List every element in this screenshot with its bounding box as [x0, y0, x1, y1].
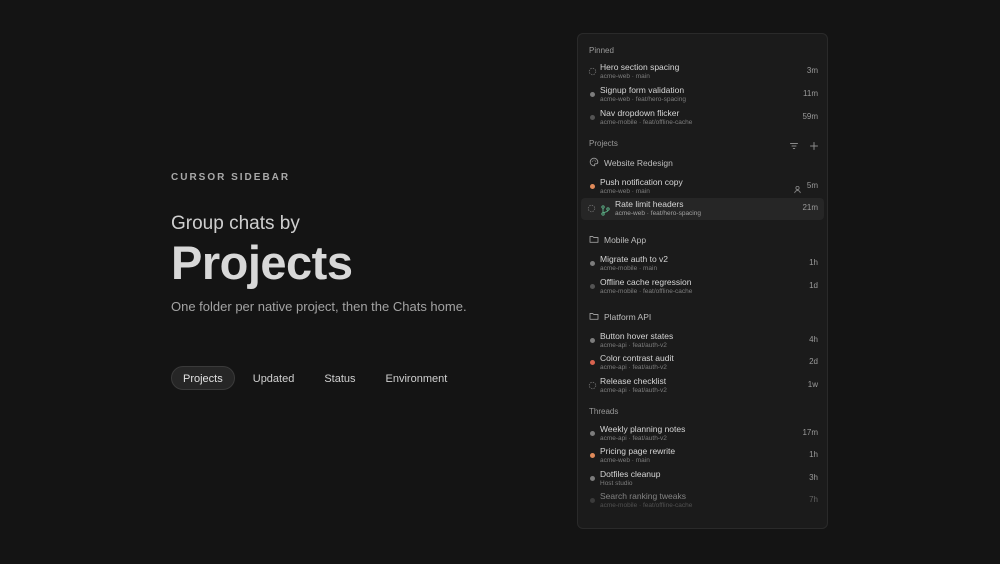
- chat-time: 7h: [809, 495, 818, 504]
- palette-icon: [589, 157, 599, 169]
- status-dot-icon: [588, 182, 597, 191]
- chat-time: 5m: [806, 181, 818, 190]
- status-dot-icon: [588, 496, 597, 505]
- chat-time: 1h: [809, 450, 818, 459]
- project-platform-api[interactable]: Platform API: [589, 311, 651, 323]
- chat-time: 2d: [809, 357, 818, 366]
- chat-title: Offline cache regression: [600, 277, 692, 287]
- chat-title: Release checklist: [600, 376, 667, 386]
- chat-time: 3h: [809, 473, 818, 482]
- chat-title: Button hover states: [600, 331, 674, 341]
- chat-meta: acme-web · main: [600, 73, 650, 80]
- chat-time: 17m: [802, 428, 818, 437]
- folder-icon: [589, 234, 599, 246]
- person-icon: [793, 181, 802, 194]
- chat-meta: acme-mobile · feat/offline-cache: [600, 119, 693, 126]
- chat-meta: acme-web · feat/hero-spacing: [615, 210, 701, 217]
- branch-icon: [601, 203, 610, 216]
- chat-meta: acme-web · feat/hero-spacing: [600, 96, 686, 103]
- chat-title: Search ranking tweaks: [600, 491, 686, 501]
- chat-meta: Host studio: [600, 480, 633, 487]
- chat-time: 1d: [809, 281, 818, 290]
- chat-meta: acme-api · feat/auth-v2: [600, 387, 667, 394]
- project-name: Mobile App: [604, 235, 647, 245]
- sparkle-icon: [588, 381, 597, 390]
- add-icon[interactable]: [809, 138, 819, 156]
- project-mobile-app[interactable]: Mobile App: [589, 234, 646, 246]
- chat-title: Signup form validation: [600, 85, 685, 95]
- sidebar-panel: Pinned Hero section spacing acme-web · m…: [577, 33, 828, 529]
- chat-row-active[interactable]: Rate limit headers acme-web · feat/hero-…: [581, 198, 824, 220]
- chat-row[interactable]: Color contrast audit acme-api · feat/aut…: [581, 352, 824, 374]
- filter-icon[interactable]: [789, 138, 799, 156]
- sort-pills: Projects Updated Status Environment: [171, 366, 459, 390]
- pill-status[interactable]: Status: [312, 366, 367, 390]
- chat-row[interactable]: Hero section spacing acme-web · main 3m: [581, 61, 824, 83]
- status-dot-icon: [588, 358, 597, 367]
- sparkle-icon: [587, 204, 596, 213]
- chat-title: Weekly planning notes: [600, 424, 686, 434]
- chat-row[interactable]: Signup form validation acme-web · feat/h…: [581, 84, 824, 106]
- chat-meta: acme-mobile · main: [600, 265, 658, 272]
- threads-label: Threads: [589, 407, 619, 416]
- status-dot-icon: [588, 113, 597, 122]
- project-website-redesign[interactable]: Website Redesign: [589, 157, 673, 169]
- page-title: Projects: [171, 236, 353, 289]
- chat-row[interactable]: Pricing page rewrite acme-web · main 1h: [581, 445, 824, 467]
- subtitle: One folder per native project, then the …: [171, 299, 467, 314]
- chat-title: Color contrast audit: [600, 353, 674, 363]
- status-dot-icon: [588, 336, 597, 345]
- chat-title: Pricing page rewrite: [600, 446, 676, 456]
- chat-time: 1w: [807, 380, 818, 389]
- eyebrow: CURSOR SIDEBAR: [171, 172, 291, 183]
- folder-icon: [589, 311, 599, 323]
- stage: CURSOR SIDEBAR Group chats by Projects O…: [0, 0, 1000, 564]
- chat-time: 4h: [809, 335, 818, 344]
- chat-row[interactable]: Search ranking tweaks acme-mobile · feat…: [581, 490, 824, 512]
- chat-title: Nav dropdown flicker: [600, 108, 680, 118]
- pill-updated[interactable]: Updated: [241, 366, 307, 390]
- chat-title: Dotfiles cleanup: [600, 469, 661, 479]
- chat-title: Push notification copy: [600, 177, 683, 187]
- chat-row[interactable]: Release checklist acme-api · feat/auth-v…: [581, 375, 824, 397]
- pill-projects[interactable]: Projects: [171, 366, 235, 390]
- hero: CURSOR SIDEBAR Group chats by Projects O…: [171, 172, 531, 314]
- project-name: Website Redesign: [604, 158, 673, 168]
- lead-text: Group chats by: [171, 213, 300, 234]
- chat-time: 1h: [809, 258, 818, 267]
- status-dot-icon: [588, 259, 597, 268]
- chat-row[interactable]: Weekly planning notes acme-api · feat/au…: [581, 423, 824, 445]
- projects-tools: [789, 138, 819, 156]
- chat-title: Rate limit headers: [615, 199, 684, 209]
- projects-label: Projects: [589, 139, 618, 148]
- pinned-label: Pinned: [589, 46, 614, 55]
- chat-meta: acme-mobile · feat/offline-cache: [600, 502, 693, 509]
- status-dot-icon: [588, 474, 597, 483]
- chat-title: Hero section spacing: [600, 62, 680, 72]
- chat-meta: acme-web · main: [600, 188, 650, 195]
- chat-row[interactable]: Nav dropdown flicker acme-mobile · feat/…: [581, 107, 824, 129]
- chat-meta: acme-api · feat/auth-v2: [600, 364, 667, 371]
- sparkle-icon: [588, 67, 597, 76]
- chat-time: 59m: [802, 112, 818, 121]
- status-dot-icon: [588, 90, 597, 99]
- pill-environment[interactable]: Environment: [374, 366, 460, 390]
- chat-meta: acme-api · feat/auth-v2: [600, 342, 667, 349]
- chat-row[interactable]: Migrate auth to v2 acme-mobile · main 1h: [581, 253, 824, 275]
- chat-row[interactable]: Button hover states acme-api · feat/auth…: [581, 330, 824, 352]
- chat-time: 21m: [802, 203, 818, 212]
- chat-time: 3m: [806, 66, 818, 75]
- project-name: Platform API: [604, 312, 652, 322]
- chat-row[interactable]: Offline cache regression acme-mobile · f…: [581, 276, 824, 298]
- chat-row[interactable]: Push notification copy acme-web · main 5…: [581, 176, 824, 198]
- status-dot-icon: [588, 451, 597, 460]
- status-dot-icon: [588, 429, 597, 438]
- status-dot-icon: [588, 282, 597, 291]
- chat-meta: acme-web · main: [600, 457, 650, 464]
- chat-time: 11m: [803, 89, 818, 98]
- chat-title: Migrate auth to v2: [600, 254, 669, 264]
- chat-row[interactable]: Dotfiles cleanup Host studio 3h: [581, 468, 824, 490]
- chat-meta: acme-mobile · feat/offline-cache: [600, 288, 693, 295]
- chat-meta: acme-api · feat/auth-v2: [600, 435, 667, 442]
